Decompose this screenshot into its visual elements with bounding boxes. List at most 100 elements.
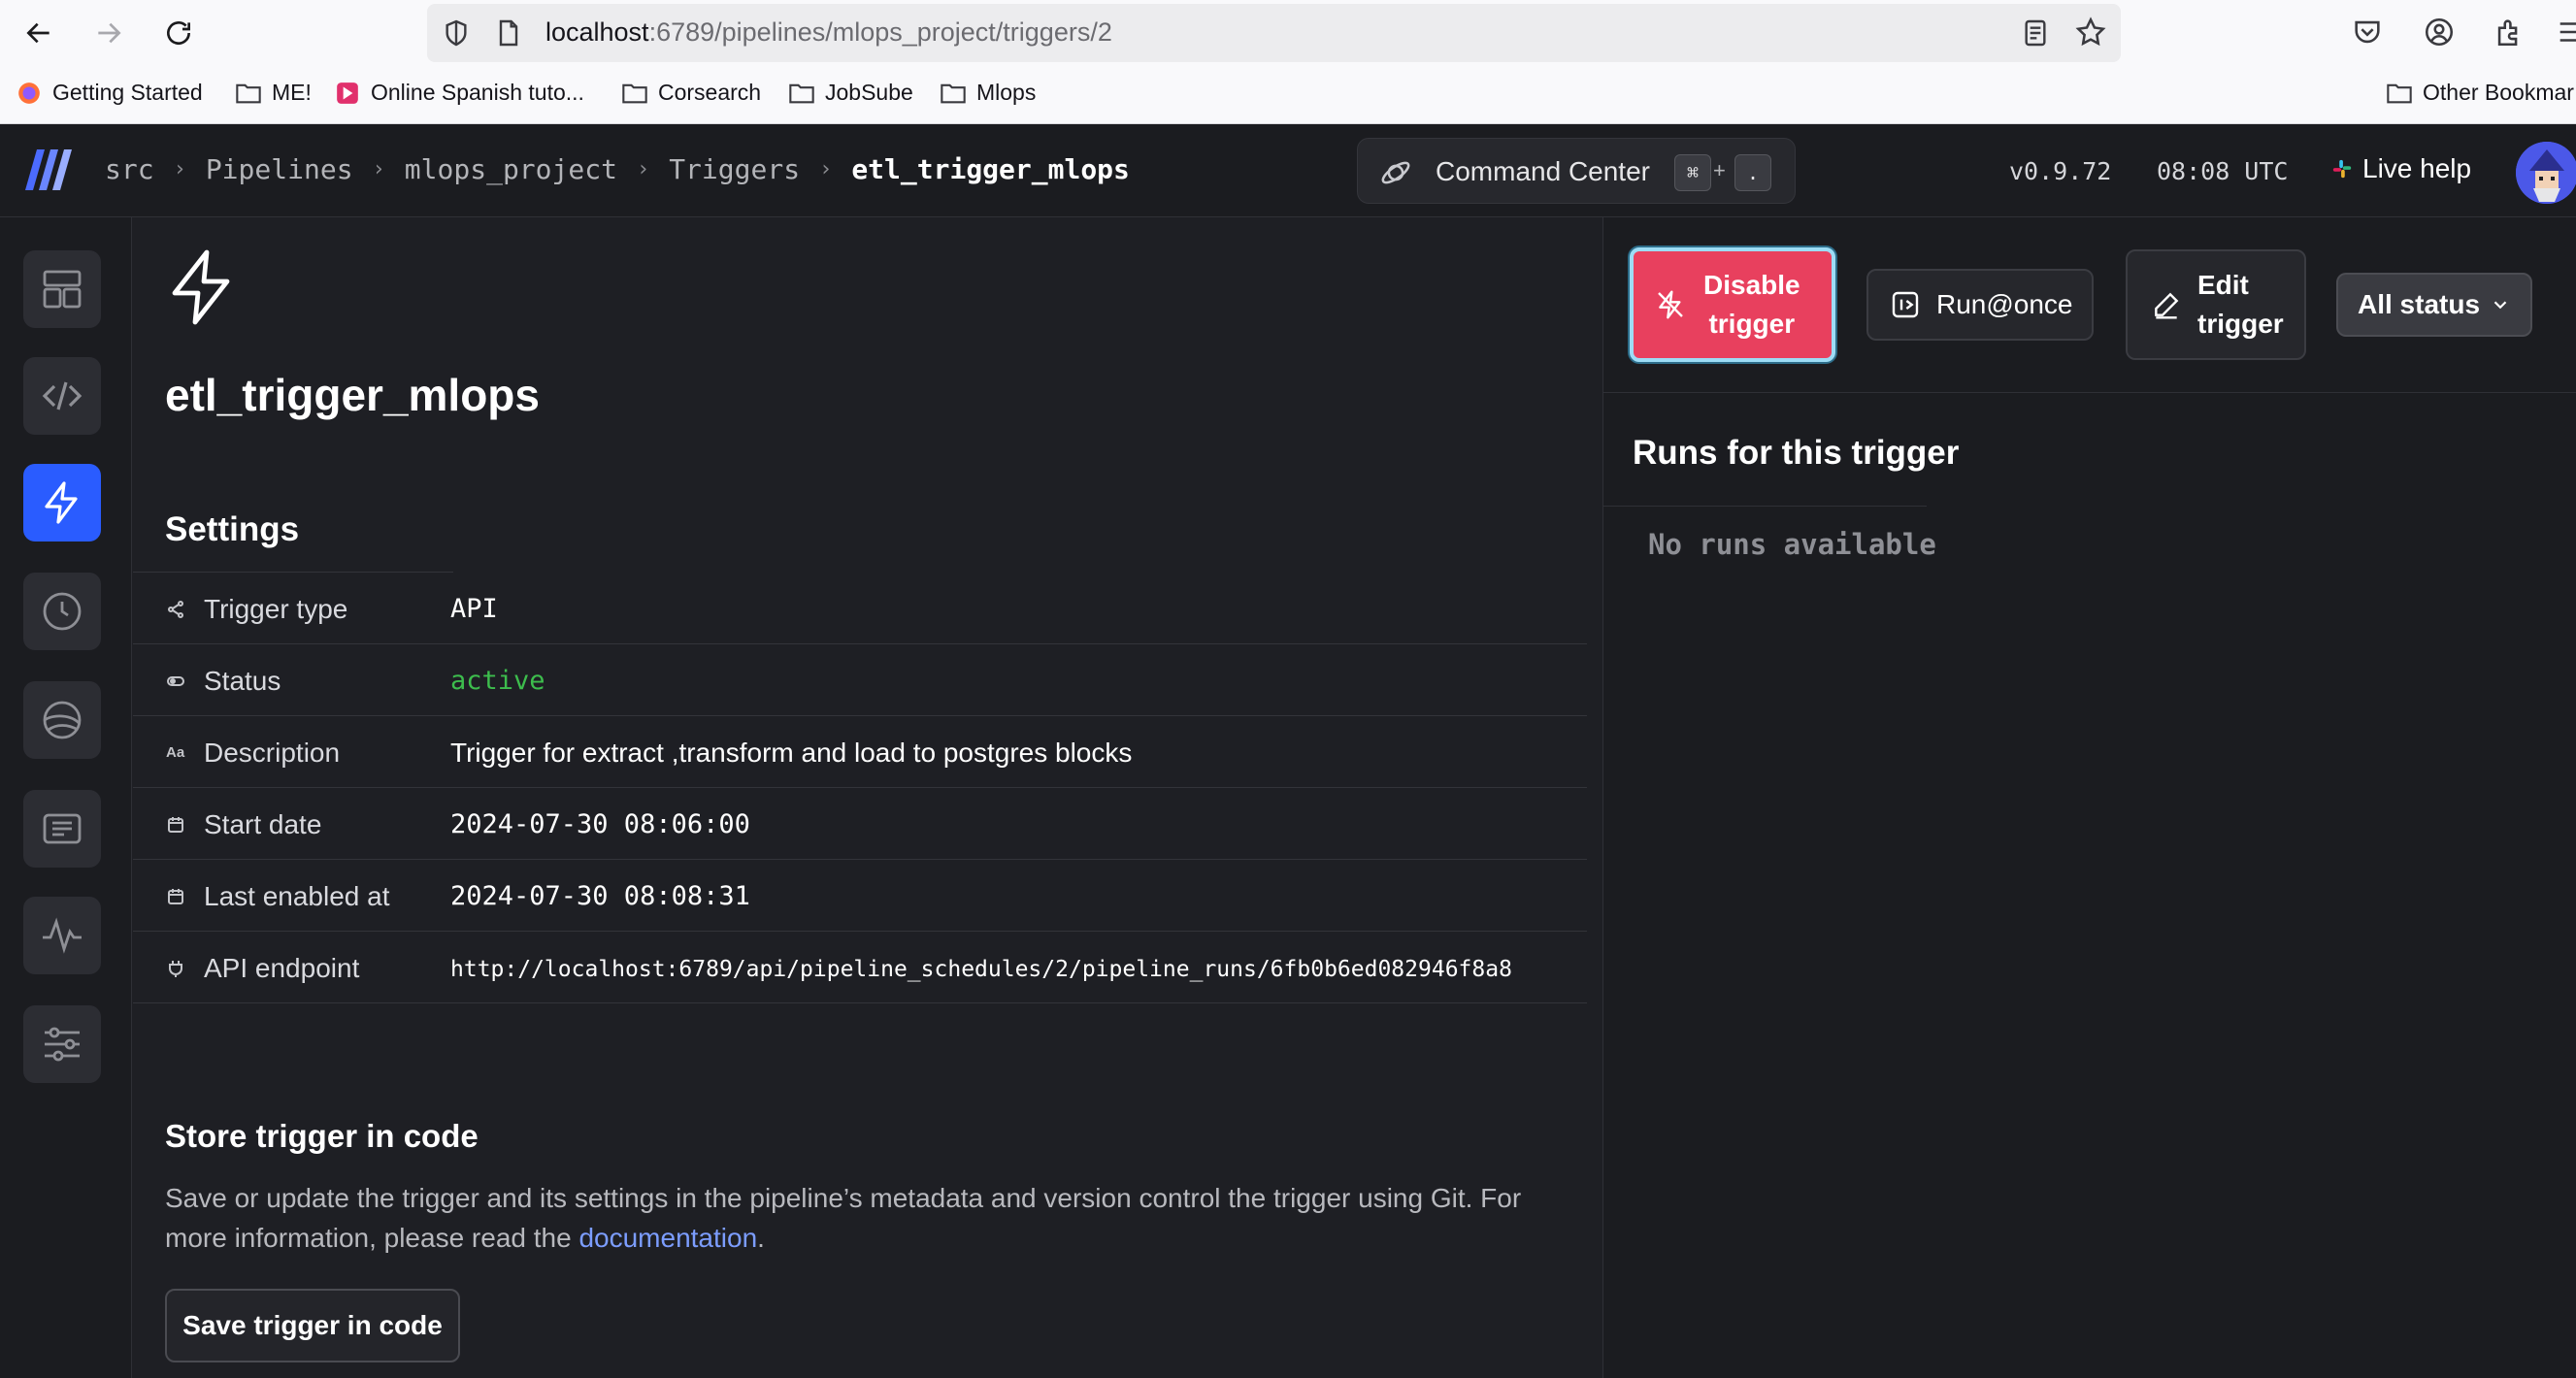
setting-value: Trigger for extract ,transform and load … — [450, 738, 1133, 768]
bookmark-getting-started[interactable]: Getting Started — [16, 80, 203, 106]
breadcrumb-current: etl_trigger_mlops — [851, 153, 1130, 185]
bookmark-me[interactable]: ME! — [235, 80, 312, 106]
bookmark-corsearch[interactable]: Corsearch — [621, 80, 761, 106]
folder-icon — [236, 83, 261, 103]
disable-trigger-button[interactable]: Disable trigger — [1630, 247, 1835, 362]
bookmark-spanish[interactable]: Online Spanish tuto... — [334, 80, 584, 106]
left-nav-rail — [0, 217, 132, 1378]
reader-view-icon[interactable] — [2020, 17, 2051, 49]
layout-icon — [43, 270, 82, 309]
save-trigger-in-code-button[interactable]: Save trigger in code — [165, 1289, 460, 1362]
url-text[interactable]: localhost:6789/pipelines/mlops_project/t… — [545, 17, 1112, 48]
disable-label-line2: trigger — [1708, 309, 1796, 339]
breadcrumb-project[interactable]: mlops_project — [405, 153, 617, 185]
setting-value: 2024-07-30 08:06:00 — [450, 809, 750, 839]
live-help-button[interactable]: Live help — [2331, 153, 2471, 184]
command-center-label: Command Center — [1436, 156, 1650, 186]
setting-row-status: Status active — [133, 644, 1587, 716]
bookmark-jobsube[interactable]: JobSube — [788, 80, 913, 106]
nav-settings[interactable] — [23, 1005, 101, 1083]
firefox-icon — [18, 82, 40, 104]
utc-clock: 08:08 UTC — [2157, 157, 2289, 185]
chevron-down-icon — [2493, 301, 2507, 310]
breadcrumb-src[interactable]: src — [105, 153, 154, 185]
calendar-icon — [166, 815, 185, 835]
nav-pipeline-overview[interactable] — [23, 250, 101, 328]
run-once-button[interactable]: Run@once — [1866, 269, 2094, 341]
version-label: v0.9.72 — [2009, 157, 2112, 185]
command-center-button[interactable]: Command Center ⌘ + . — [1357, 138, 1796, 204]
calendar-icon — [166, 887, 185, 906]
pocket-icon[interactable] — [2351, 16, 2384, 49]
shield-icon — [446, 19, 467, 47]
status-filter-value: All status — [2358, 289, 2481, 319]
folder-icon — [2387, 83, 2412, 103]
shortcut-plus: + — [1713, 158, 1726, 182]
setting-label: API endpoint — [204, 953, 360, 983]
lightning-icon — [45, 481, 78, 524]
store-trigger-heading: Store trigger in code — [165, 1118, 479, 1154]
account-icon[interactable] — [2423, 16, 2456, 49]
setting-value: 2024-07-30 08:08:31 — [450, 881, 750, 911]
nav-logs[interactable] — [23, 790, 101, 868]
breadcrumb-pipelines[interactable]: Pipelines — [206, 153, 353, 185]
sliders-icon — [45, 1027, 80, 1062]
api-endpoint-url[interactable]: http://localhost:6789/api/pipeline_sched… — [450, 957, 1512, 982]
text-icon: Aa — [166, 744, 185, 761]
breadcrumb: src › Pipelines › mlops_project › Trigge… — [105, 153, 1130, 185]
bookmark-mlops[interactable]: Mlops — [940, 80, 1036, 106]
edit-label-line1: Edit — [2197, 270, 2249, 300]
mage-logo-icon[interactable] — [23, 146, 76, 192]
run-once-label: Run@once — [1936, 289, 2073, 319]
setting-label: Last enabled at — [204, 881, 390, 911]
extensions-icon[interactable] — [2493, 16, 2526, 49]
code-icon — [42, 381, 83, 410]
logs-icon — [43, 813, 82, 844]
address-bar[interactable]: localhost:6789/pipelines/mlops_project/t… — [427, 4, 2121, 62]
app-header: src › Pipelines › mlops_project › Trigge… — [0, 124, 2576, 217]
folder-icon — [789, 83, 814, 103]
store-trigger-description: Save or update the trigger and its setti… — [165, 1183, 1522, 1253]
divider — [1603, 506, 1927, 507]
reload-icon[interactable] — [157, 12, 200, 54]
wizard-avatar-icon — [2516, 142, 2576, 204]
chevron-right-icon: › — [372, 157, 385, 181]
user-avatar[interactable] — [2516, 142, 2576, 204]
bookmark-star-icon[interactable] — [2074, 16, 2107, 49]
nav-triggers[interactable] — [23, 464, 101, 541]
planet-icon — [1381, 161, 1410, 184]
divider — [1603, 392, 2576, 393]
trigger-title: etl_trigger_mlops — [165, 370, 540, 420]
documentation-link[interactable]: documentation — [578, 1223, 757, 1253]
share-icon — [166, 600, 185, 619]
slack-icon — [2332, 159, 2352, 179]
disable-label-line1: Disable — [1703, 270, 1800, 300]
edit-label-line2: trigger — [2197, 309, 2284, 339]
settings-table: Trigger type API Status active Aa Descri… — [133, 573, 1587, 1003]
back-icon[interactable] — [17, 12, 60, 54]
setting-row-description: Aa Description Trigger for extract ,tran… — [133, 716, 1587, 788]
preply-icon — [337, 82, 358, 104]
forward-icon[interactable] — [87, 12, 130, 54]
bookmark-other[interactable]: Other Bookmar — [2386, 80, 2574, 106]
menu-icon[interactable] — [2555, 16, 2576, 49]
nav-backfills[interactable] — [23, 681, 101, 759]
shortcut-key-cmd: ⌘ — [1674, 154, 1711, 191]
edit-trigger-button[interactable]: Edit trigger — [2126, 249, 2306, 360]
lightning-icon — [172, 249, 230, 325]
pencil-icon — [2155, 292, 2179, 319]
breadcrumb-triggers[interactable]: Triggers — [669, 153, 800, 185]
nav-monitor[interactable] — [23, 897, 101, 974]
setting-row-last-enabled: Last enabled at 2024-07-30 08:08:31 — [133, 860, 1587, 932]
setting-label: Start date — [204, 809, 322, 839]
setting-label: Status — [204, 666, 281, 696]
nav-runs[interactable] — [23, 573, 101, 650]
runs-panel: Disable trigger Run@once Edit trigger All … — [1602, 217, 2576, 1378]
nav-edit-pipeline[interactable] — [23, 357, 101, 435]
toggle-icon — [166, 672, 185, 691]
browser-toolbar: localhost:6789/pipelines/mlops_project/t… — [0, 0, 2576, 66]
lightning-off-icon — [1658, 290, 1683, 319]
status-filter-select[interactable]: All status — [2336, 273, 2532, 337]
setting-value: API — [450, 594, 498, 624]
setting-row-trigger-type: Trigger type API — [133, 573, 1587, 644]
